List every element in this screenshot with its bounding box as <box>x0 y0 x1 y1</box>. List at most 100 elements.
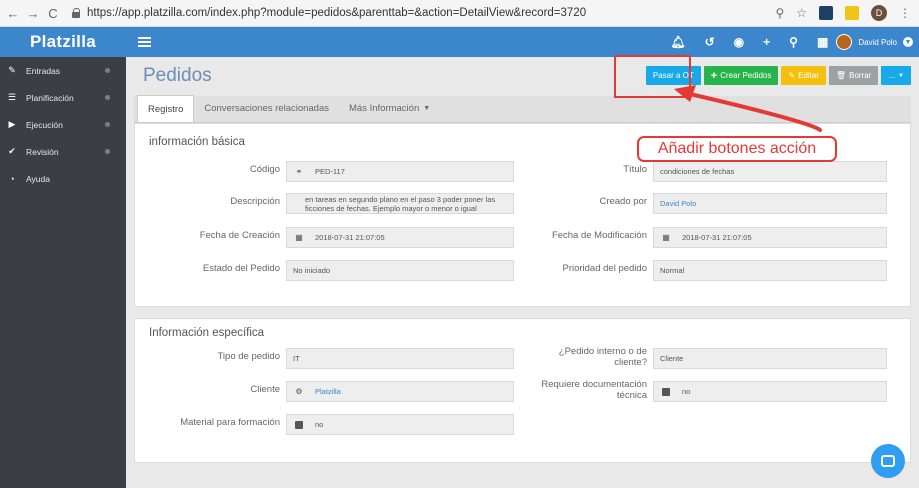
field-value: no <box>315 420 324 429</box>
checkbox-icon <box>660 386 672 397</box>
calendar-icon: ▦ <box>295 233 303 242</box>
label-line: técnica <box>616 390 647 401</box>
field-label: Fecha de Creación <box>199 230 280 241</box>
search-icon[interactable]: ⚲ <box>789 35 798 49</box>
sidebar-item-revision[interactable]: ✔ Revisión <box>0 138 126 165</box>
tab-mas-informacion[interactable]: Más Información ▼ <box>339 95 440 122</box>
trash-icon: 🗑︎ <box>835 71 847 80</box>
field-label: Cliente <box>250 384 280 395</box>
star-icon[interactable]: ☆ <box>796 6 807 20</box>
browser-toolbar: ← → C https://app.platzilla.com/index.ph… <box>0 0 919 27</box>
material-formacion-field: no <box>286 414 514 435</box>
field-label: Tipo de pedido <box>217 351 280 362</box>
field-label: Título <box>623 164 647 175</box>
top-header: 🔔︎ ↺ ◉ + ⚲ ▦ David Polo ▼ <box>126 27 919 57</box>
field-value[interactable]: Platzilla <box>315 387 341 396</box>
zoom-icon[interactable]: ⚲ <box>775 6 784 20</box>
field-value: no <box>682 387 691 396</box>
sidebar-item-entradas[interactable]: ✎ Entradas <box>0 57 126 84</box>
caret-down-icon: ▼ <box>423 105 431 112</box>
expand-dot-icon <box>105 149 110 154</box>
back-icon[interactable]: ← <box>6 6 20 21</box>
pedido-interno-field: Cliente <box>653 348 887 369</box>
label-line: cliente? <box>614 357 647 368</box>
field-label: Requiere documentación técnica <box>517 379 647 401</box>
field-value: 2018-07-31 21:07:05 <box>682 233 752 242</box>
titulo-field: condiciones de fechas <box>653 161 887 182</box>
caret-down-icon: ▼ <box>898 72 904 79</box>
chevron-down-icon: ▼ <box>903 37 913 47</box>
extension-icon[interactable] <box>819 6 833 20</box>
user-menu[interactable]: David Polo ▼ <box>836 34 913 50</box>
tab-conversaciones[interactable]: Conversaciones relacionadas <box>194 95 339 122</box>
pencil-icon: ✎ <box>788 71 796 80</box>
section-title: información básica <box>149 136 245 148</box>
plus-icon[interactable]: + <box>763 35 770 49</box>
fecha-creacion-field: ▦ 2018-07-31 21:07:05 <box>286 227 514 248</box>
expand-dot-icon <box>105 122 110 127</box>
annotation-callout: Añadir botones acción <box>637 136 837 162</box>
kebab-menu-icon[interactable]: ⋮ <box>899 6 911 20</box>
expand-dot-icon <box>105 95 110 100</box>
sidebar-item-ayuda[interactable]: ◔ Ayuda <box>0 165 126 192</box>
field-value[interactable]: David Polo <box>660 199 696 208</box>
calendar-icon: ▦ <box>662 233 670 242</box>
button-label: ... <box>888 71 896 80</box>
field-label: Creado por <box>599 196 647 207</box>
field-label: ¿Pedido interno o de cliente? <box>517 346 647 368</box>
history-icon[interactable]: ↺ <box>705 35 715 49</box>
user-name: David Polo <box>858 37 897 47</box>
label-line: Requiere documentación <box>541 379 647 390</box>
field-label: Descripción <box>230 196 280 207</box>
section-title: Información específica <box>149 327 265 339</box>
field-value: No iniciado <box>293 266 331 275</box>
app-logo[interactable]: Platzilla <box>0 27 126 57</box>
codigo-field: ⚭ PED-117 <box>286 161 514 182</box>
specific-info-card: Información específica Tipo de pedido IT… <box>134 318 911 463</box>
forward-icon[interactable]: → <box>26 6 40 21</box>
eye-icon[interactable]: ◉ <box>734 35 744 49</box>
descripcion-field[interactable]: en tareas en segundo plano en el paso 3 … <box>286 193 514 214</box>
profile-avatar[interactable]: D <box>871 5 887 21</box>
tab-registro[interactable]: Registro <box>137 95 195 122</box>
field-value: PED-117 <box>315 167 345 176</box>
checkbox-icon <box>293 419 305 430</box>
chat-launcher-button[interactable] <box>871 444 905 478</box>
prioridad-field: Normal <box>653 260 887 281</box>
reload-icon[interactable]: C <box>46 6 60 21</box>
cogs-icon: ⚙ <box>295 387 303 396</box>
field-value: Normal <box>660 266 685 275</box>
sidebar-item-label: Revisión <box>26 146 59 157</box>
field-value: 2018-07-31 21:07:05 <box>315 233 385 242</box>
creado-por-field[interactable]: David Polo <box>653 193 887 214</box>
field-label: Código <box>249 164 280 175</box>
sidebar-item-ejecucion[interactable]: ▶ Ejecución <box>0 111 126 138</box>
fecha-modificacion-field: ▦ 2018-07-31 21:07:05 <box>653 227 887 248</box>
sidebar-item-planificacion[interactable]: ☰ Planificación <box>0 84 126 111</box>
expand-dot-icon <box>105 68 110 73</box>
edit-icon: ✎ <box>8 65 16 75</box>
play-icon: ▶ <box>8 119 16 129</box>
bell-icon[interactable]: 🔔︎ <box>670 35 685 49</box>
field-label: Estado del Pedido <box>202 263 280 274</box>
cliente-field[interactable]: ⚙ Platzilla <box>286 381 514 402</box>
more-actions-button[interactable]: ... ▼ <box>881 66 911 85</box>
hamburger-icon[interactable] <box>138 37 151 47</box>
url-text: https://app.platzilla.com/index.php?modu… <box>87 7 587 19</box>
field-label: Material para formación <box>180 417 280 428</box>
avatar <box>836 34 853 50</box>
sidebar-item-label: Planificación <box>26 92 74 103</box>
borrar-button[interactable]: 🗑︎ Borrar <box>828 66 879 85</box>
list-icon: ☰ <box>7 92 17 102</box>
tab-label: Más Información <box>349 103 420 114</box>
field-label: Fecha de Modificación <box>551 230 647 241</box>
sidebar-item-label: Entradas <box>26 65 61 76</box>
field-label: Prioridad del pedido <box>562 263 647 274</box>
field-value: Cliente <box>660 354 684 363</box>
grid-icon[interactable]: ▦ <box>817 35 828 49</box>
address-bar[interactable]: https://app.platzilla.com/index.php?modu… <box>72 7 586 19</box>
extension-icon[interactable] <box>845 6 859 20</box>
estado-field: No iniciado <box>286 260 514 281</box>
sidebar-item-label: Ejecución <box>26 119 63 130</box>
requiere-documentacion-field: no <box>653 381 887 402</box>
